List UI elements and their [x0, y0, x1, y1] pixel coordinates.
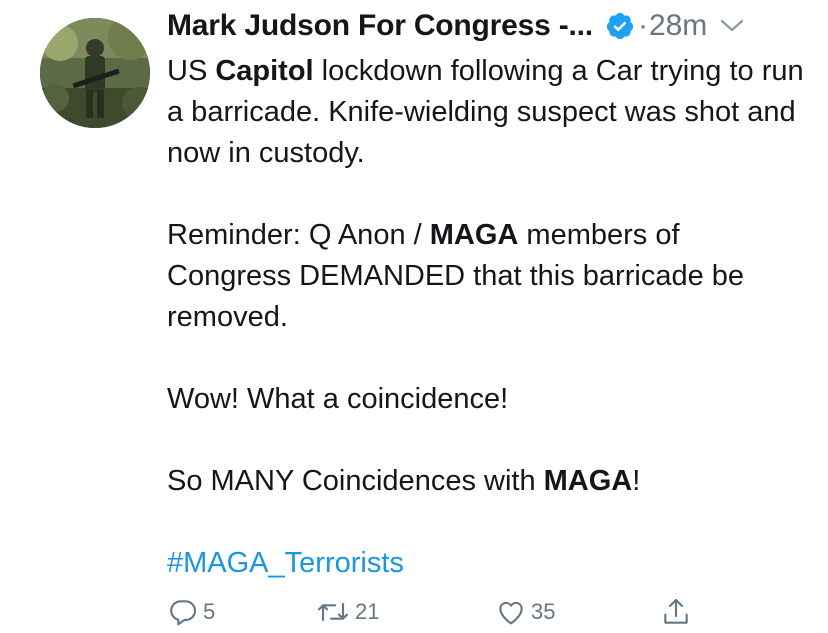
like-count: 35 [531, 599, 556, 624]
reply-count: 5 [203, 599, 216, 624]
hashtag-link[interactable]: #MAGA_Terrorists [167, 547, 404, 579]
tweet[interactable]: Mark Judson For Congress -... · 28m US C… [0, 0, 828, 633]
tweet-header: Mark Judson For Congress -... · 28m [167, 6, 807, 46]
tweet-actions: 5 21 35 [167, 596, 727, 632]
bold-text: MAGA [429, 219, 519, 251]
text-segment: Reminder: Q Anon / [167, 219, 430, 251]
timestamp[interactable]: 28m [649, 9, 707, 43]
tweet-paragraph-5: #MAGA_Terrorists [167, 543, 807, 584]
display-name[interactable]: Mark Judson For Congress -... [167, 9, 593, 43]
text-segment: US [167, 55, 216, 87]
tweet-paragraph-1: US Capitol lockdown following a Car tryi… [167, 51, 807, 174]
tweet-paragraph-3: Wow! What a coincidence! [167, 383, 509, 415]
chevron-down-icon[interactable] [719, 18, 745, 34]
verified-badge-icon [605, 11, 635, 41]
separator-dot: · [637, 9, 648, 42]
tweet-body: US Capitol lockdown following a Car tryi… [167, 51, 807, 584]
avatar[interactable] [40, 18, 150, 128]
bold-text: Capitol [215, 55, 314, 87]
reply-icon [167, 596, 199, 628]
like-button[interactable]: 35 [495, 596, 555, 628]
text-segment: So MANY Coincidences with [167, 465, 544, 497]
tweet-paragraph-2: Reminder: Q Anon / MAGA members of Congr… [167, 215, 807, 338]
retweet-button[interactable]: 21 [315, 596, 379, 628]
reply-button[interactable]: 5 [167, 596, 215, 628]
heart-icon [495, 596, 527, 628]
bold-text: MAGA [543, 465, 633, 497]
avatar-photo [40, 18, 150, 128]
text-segment: ! [632, 465, 641, 497]
retweet-icon [315, 596, 351, 628]
share-icon [660, 596, 692, 628]
tweet-paragraph-4: So MANY Coincidences with MAGA! [167, 461, 807, 502]
retweet-count: 21 [355, 599, 380, 624]
share-button[interactable] [660, 596, 692, 628]
